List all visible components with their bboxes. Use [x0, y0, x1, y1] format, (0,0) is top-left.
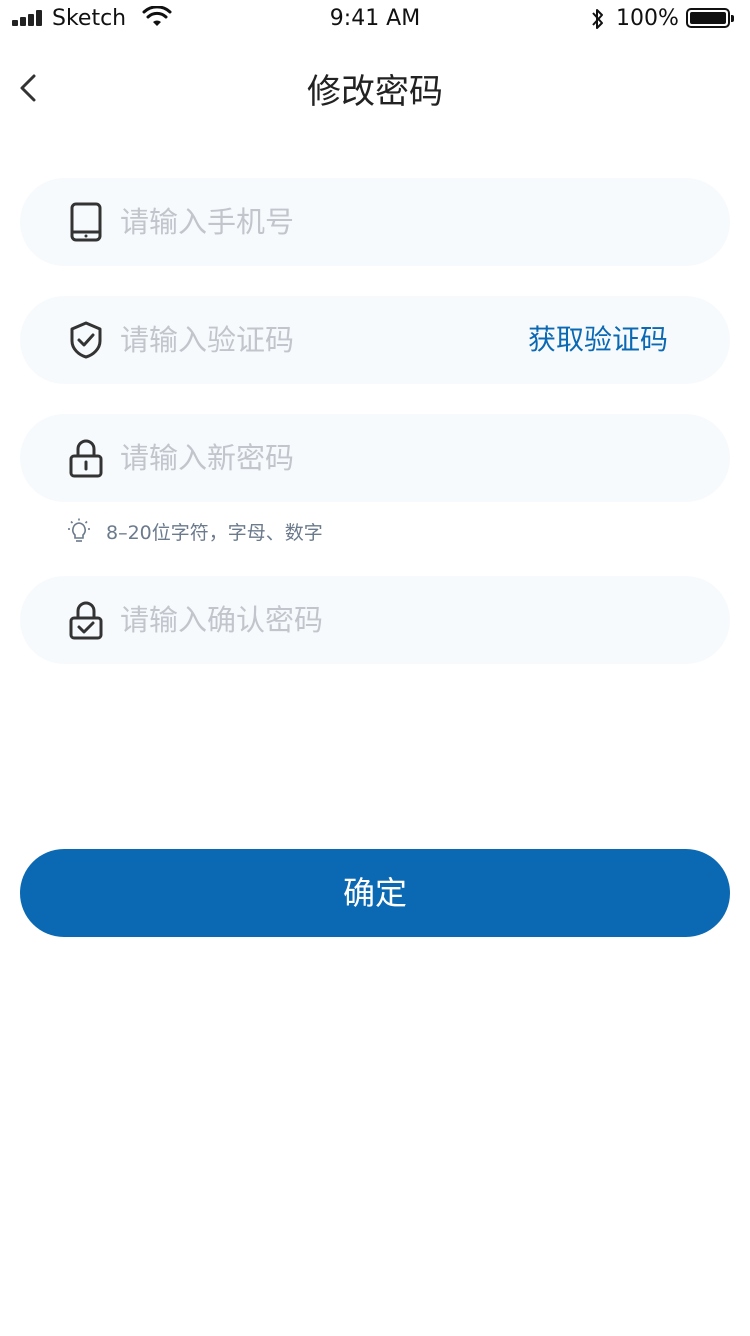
nav-bar: 修改密码	[0, 50, 750, 126]
shield-check-icon	[70, 321, 102, 359]
lock-icon	[69, 439, 103, 478]
confirm-button[interactable]: 确定	[20, 849, 730, 937]
battery-icon	[686, 8, 734, 28]
phone-icon	[70, 202, 102, 242]
confirm-password-input[interactable]	[120, 576, 520, 664]
page-title: 修改密码	[307, 72, 443, 112]
new-password-input[interactable]	[120, 414, 520, 502]
phone-input[interactable]	[120, 178, 520, 266]
confirm-password-field	[20, 576, 730, 664]
hint-text: 8–20位字符，字母、数字	[106, 522, 323, 544]
lightbulb-icon	[68, 518, 90, 542]
battery-percent: 100%	[616, 6, 679, 31]
phone-field	[20, 178, 730, 266]
code-field: 获取验证码	[20, 296, 730, 384]
new-password-field	[20, 414, 730, 502]
code-input[interactable]	[120, 296, 500, 384]
lock-check-icon	[69, 601, 103, 640]
status-bar: Sketch 9:41 AM 100%	[0, 0, 750, 40]
get-code-button[interactable]: 获取验证码	[528, 296, 668, 384]
bluetooth-icon	[592, 9, 603, 29]
